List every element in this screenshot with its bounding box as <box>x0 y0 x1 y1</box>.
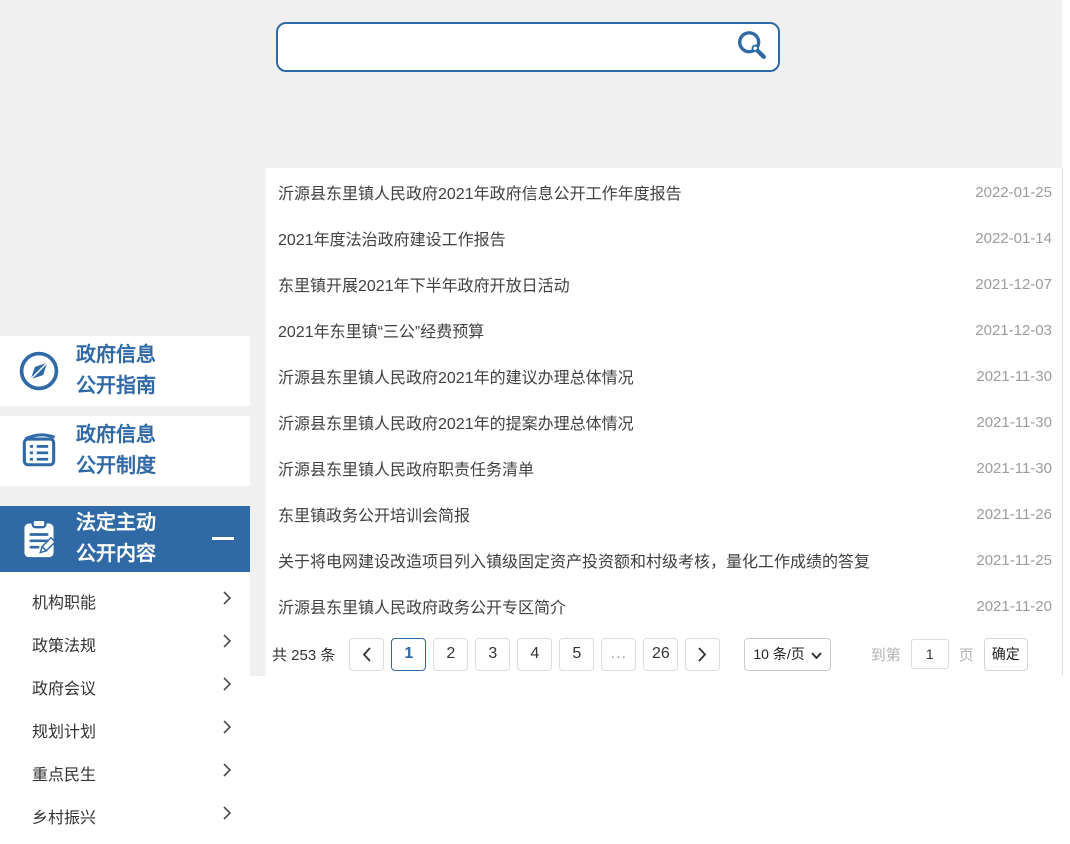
page-button-26[interactable]: 26 <box>643 638 678 671</box>
submenu-item-policies-regulations[interactable]: 政策法规 <box>0 622 250 665</box>
sidebar-item-label: 政府信息 公开指南 <box>76 340 156 402</box>
search-box <box>276 22 780 72</box>
collapse-minus-icon[interactable] <box>212 537 234 540</box>
list-item: 东里镇开展2021年下半年政府开放日活动 2021-12-07 <box>266 261 1062 307</box>
panel-right-divider <box>1062 168 1063 676</box>
list-item: 东里镇政务公开培训会简报 2021-11-26 <box>266 491 1062 537</box>
article-link[interactable]: 沂源县东里镇人民政府政务公开专区简介 <box>278 594 566 618</box>
article-link[interactable]: 2021年度法治政府建设工作报告 <box>278 226 506 250</box>
article-date: 2021-11-30 <box>976 460 1052 477</box>
total-count: 共 253 条 <box>272 644 335 665</box>
chevron-right-icon <box>223 763 231 782</box>
article-date: 2021-11-25 <box>976 552 1052 569</box>
sidebar-item-statutory-disclosure[interactable]: 法定主动 公开内容 <box>0 506 250 572</box>
sidebar: 政府信息 公开指南 政府信息 公开制度 <box>0 168 266 676</box>
chevron-right-icon <box>698 647 707 662</box>
article-link[interactable]: 2021年东里镇“三公”经费预算 <box>278 318 484 342</box>
chevron-right-icon <box>223 634 231 653</box>
list-item: 沂源县东里镇人民政府政务公开专区简介 2021-11-20 <box>266 583 1062 629</box>
article-link[interactable]: 沂源县东里镇人民政府职责任务清单 <box>278 456 534 480</box>
list-item: 沂源县东里镇人民政府2021年的建议办理总体情况 2021-11-30 <box>266 353 1062 399</box>
article-link[interactable]: 东里镇政务公开培训会简报 <box>278 502 470 526</box>
article-date: 2021-11-20 <box>976 598 1052 615</box>
sidebar-item-gov-info-guide[interactable]: 政府信息 公开指南 <box>0 336 250 406</box>
article-link[interactable]: 沂源县东里镇人民政府2021年的提案办理总体情况 <box>278 410 634 434</box>
article-date: 2021-11-30 <box>976 414 1052 431</box>
article-date: 2021-12-03 <box>975 322 1052 339</box>
sidebar-item-gov-info-rules[interactable]: 政府信息 公开制度 <box>0 416 250 486</box>
goto-suffix-label: 页 <box>959 644 974 665</box>
search-icon <box>735 29 769 66</box>
page-button-4[interactable]: 4 <box>517 638 552 671</box>
chevron-right-icon <box>223 806 231 825</box>
page: 政府信息 公开指南 政府信息 公开制度 <box>0 0 1070 676</box>
goto-page-input[interactable] <box>911 639 949 669</box>
sidebar-item-label: 政府信息 公开制度 <box>76 420 156 482</box>
list-item: 沂源县东里镇人民政府2021年政府信息公开工作年度报告 2022-01-25 <box>266 169 1062 215</box>
article-list-panel: 沂源县东里镇人民政府2021年政府信息公开工作年度报告 2022-01-25 2… <box>266 168 1062 676</box>
compass-icon <box>16 348 62 394</box>
confirm-button[interactable]: 确定 <box>984 638 1028 671</box>
page-buttons: 1 2 3 4 5 ... 26 <box>349 638 720 671</box>
article-link[interactable]: 沂源县东里镇人民政府2021年的建议办理总体情况 <box>278 364 634 388</box>
article-date: 2021-11-26 <box>976 506 1052 523</box>
search-button[interactable] <box>726 24 778 70</box>
article-list: 沂源县东里镇人民政府2021年政府信息公开工作年度报告 2022-01-25 2… <box>266 169 1062 629</box>
prev-page-button[interactable] <box>349 638 384 671</box>
page-button-1[interactable]: 1 <box>391 638 426 671</box>
search-header <box>0 0 1062 168</box>
article-date: 2021-12-07 <box>975 276 1052 293</box>
article-link[interactable]: 沂源县东里镇人民政府2021年政府信息公开工作年度报告 <box>278 180 682 204</box>
clipboard-pencil-icon <box>16 516 62 562</box>
chevron-right-icon <box>223 720 231 739</box>
chevron-right-icon <box>223 591 231 610</box>
article-date: 2021-11-30 <box>976 368 1052 385</box>
article-link[interactable]: 东里镇开展2021年下半年政府开放日活动 <box>278 272 570 296</box>
list-item: 沂源县东里镇人民政府2021年的提案办理总体情况 2021-11-30 <box>266 399 1062 445</box>
chevron-down-icon <box>811 646 822 662</box>
chevron-left-icon <box>362 647 371 662</box>
sidebar-submenu: 机构职能 政策法规 政府会议 规划计划 重点民生 乡村振兴 <box>0 572 250 844</box>
rules-book-icon <box>16 428 62 474</box>
page-button-3[interactable]: 3 <box>475 638 510 671</box>
list-item: 关于将电网建设改造项目列入镇级固定资产投资额和村级考核，量化工作成绩的答复 20… <box>266 537 1062 583</box>
search-input[interactable] <box>278 24 726 70</box>
next-page-button[interactable] <box>685 638 720 671</box>
sidebar-item-label: 法定主动 公开内容 <box>76 508 156 570</box>
submenu-item-planning[interactable]: 规划计划 <box>0 708 250 751</box>
chevron-right-icon <box>223 677 231 696</box>
submenu-item-rural-revitalization[interactable]: 乡村振兴 <box>0 794 250 837</box>
page-button-5[interactable]: 5 <box>559 638 594 671</box>
goto-page-group: 到第 页 确定 <box>871 638 1028 671</box>
page-size-select[interactable]: 10 条/页 <box>744 638 830 671</box>
list-item: 2021年度法治政府建设工作报告 2022-01-14 <box>266 215 1062 261</box>
submenu-item-key-livelihood[interactable]: 重点民生 <box>0 751 250 794</box>
list-item: 沂源县东里镇人民政府职责任务清单 2021-11-30 <box>266 445 1062 491</box>
article-date: 2022-01-14 <box>975 230 1052 247</box>
article-date: 2022-01-25 <box>975 184 1052 201</box>
article-link[interactable]: 关于将电网建设改造项目列入镇级固定资产投资额和村级考核，量化工作成绩的答复 <box>278 548 870 572</box>
page-ellipsis-button[interactable]: ... <box>601 638 636 671</box>
submenu-item-agency-functions[interactable]: 机构职能 <box>0 579 250 622</box>
list-item: 2021年东里镇“三公”经费预算 2021-12-03 <box>266 307 1062 353</box>
submenu-item-gov-meetings[interactable]: 政府会议 <box>0 665 250 708</box>
goto-prefix-label: 到第 <box>871 644 901 665</box>
page-button-2[interactable]: 2 <box>433 638 468 671</box>
pagination-bar: 共 253 条 1 2 3 4 5 ... 26 10 条/页 <box>266 632 1062 676</box>
